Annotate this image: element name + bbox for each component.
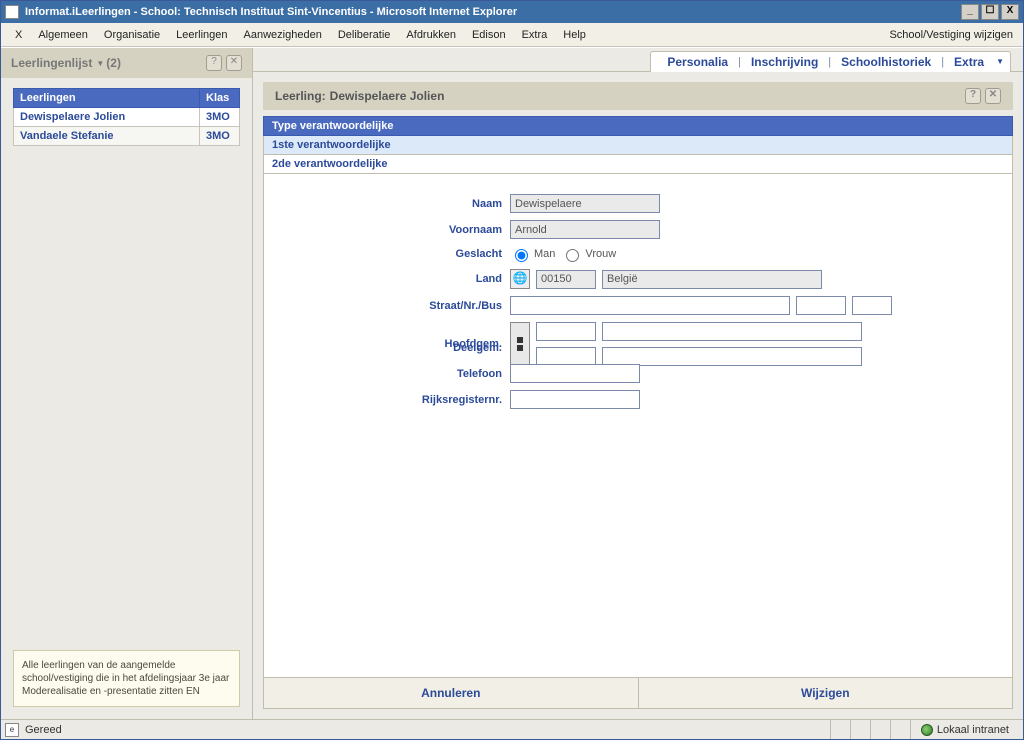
menu-leerlingen[interactable]: Leerlingen [168, 26, 235, 44]
label-naam: Naam [280, 198, 510, 210]
student-name: Vandaele Stefanie [14, 127, 200, 146]
subtab-2de[interactable]: 2de verantwoordelijke [263, 155, 1013, 174]
tab-extra[interactable]: Extra [944, 55, 994, 69]
buttonbar: Annuleren Wijzigen [263, 678, 1013, 709]
radio-vrouw[interactable] [566, 249, 579, 262]
label-man: Man [534, 248, 555, 260]
label-voornaam: Voornaam [280, 224, 510, 236]
subtab-1ste[interactable]: 1ste verantwoordelijke [263, 136, 1013, 155]
window-titlebar: e Informat.iLeerlingen - School: Technis… [1, 1, 1023, 23]
menu-algemeen[interactable]: Algemeen [30, 26, 96, 44]
radio-man[interactable] [515, 249, 528, 262]
sidebar-footer-note: Alle leerlingen van de aangemelde school… [13, 650, 240, 707]
menubar: X Algemeen Organisatie Leerlingen Aanwez… [1, 23, 1023, 47]
col-klas[interactable]: Klas [200, 89, 240, 108]
label-vrouw: Vrouw [585, 248, 616, 260]
subtab-header: Type verantwoordelijke [263, 116, 1013, 136]
menu-extra[interactable]: Extra [514, 26, 556, 44]
menu-edison[interactable]: Edison [464, 26, 514, 44]
menu-afdrukken[interactable]: Afdrukken [398, 26, 464, 44]
input-rr[interactable] [510, 390, 640, 409]
statusbar: e Gereed Lokaal intranet [1, 719, 1023, 739]
menu-deliberatie[interactable]: Deliberatie [330, 26, 399, 44]
status-cell [830, 720, 850, 739]
status-text: Gereed [19, 724, 62, 736]
sidebar-count: (2) [106, 56, 121, 70]
menu-aanwezigheden[interactable]: Aanwezigheden [236, 26, 330, 44]
minimize-button[interactable]: _ [961, 4, 979, 20]
content-area: Personalia | Inschrijving | Schoolhistor… [253, 48, 1023, 719]
globe-zone-icon [921, 724, 933, 736]
status-cell [890, 720, 910, 739]
input-land-code[interactable] [536, 270, 596, 289]
sidebar-dropdown-icon[interactable]: ▼ [96, 59, 104, 68]
input-deelgem-name[interactable] [602, 347, 862, 366]
input-telefoon[interactable] [510, 364, 640, 383]
input-hoofdgem-name[interactable] [602, 322, 862, 341]
app-icon: e [5, 5, 19, 19]
status-cell [850, 720, 870, 739]
help-icon[interactable]: ? [206, 55, 222, 71]
label-geslacht: Geslacht [280, 248, 510, 260]
lookup-gem-icon[interactable] [510, 322, 530, 366]
sidebar-header: Leerlingenlijst ▼ (2) ? ✕ [1, 48, 252, 78]
label-land: Land [280, 273, 510, 285]
close-panel-icon[interactable]: ✕ [226, 55, 242, 71]
label-rr: Rijksregisternr. [280, 394, 510, 406]
maximize-button[interactable]: ☐ [981, 4, 999, 20]
input-voornaam[interactable] [510, 220, 660, 239]
content-title-prefix: Leerling: [275, 89, 326, 103]
menu-help[interactable]: Help [555, 26, 594, 44]
window-title: Informat.iLeerlingen - School: Technisch… [23, 6, 959, 18]
menu-school-wijzigen[interactable]: School/Vestiging wijzigen [885, 26, 1017, 44]
tab-personalia[interactable]: Personalia [657, 55, 738, 69]
globe-icon[interactable]: 🌐 [510, 269, 530, 289]
label-deelgem: Deelgem. [280, 342, 510, 354]
input-hoofdgem-code[interactable] [536, 322, 596, 341]
tabstrip: Personalia | Inschrijving | Schoolhistor… [253, 48, 1023, 72]
status-icon: e [5, 723, 19, 737]
cancel-button[interactable]: Annuleren [264, 678, 638, 708]
col-leerlingen[interactable]: Leerlingen [14, 89, 200, 108]
input-nr[interactable] [796, 296, 846, 315]
label-telefoon: Telefoon [280, 368, 510, 380]
table-row[interactable]: Dewispelaere Jolien 3MO [14, 108, 240, 127]
content-help-icon[interactable]: ? [965, 88, 981, 104]
status-cell [870, 720, 890, 739]
students-table: Leerlingen Klas Dewispelaere Jolien 3MO … [13, 88, 240, 146]
content-header: Leerling: Dewispelaere Jolien ? ✕ [263, 82, 1013, 110]
content-close-icon[interactable]: ✕ [985, 88, 1001, 104]
status-zone: Lokaal intranet [910, 720, 1019, 739]
tab-inschrijving[interactable]: Inschrijving [741, 55, 828, 69]
content-title-name: Dewispelaere Jolien [330, 89, 445, 103]
input-land-name[interactable] [602, 270, 822, 289]
input-bus[interactable] [852, 296, 892, 315]
close-button[interactable]: X [1001, 4, 1019, 20]
tab-schoolhistoriek[interactable]: Schoolhistoriek [831, 55, 941, 69]
sidebar-title: Leerlingenlijst [11, 56, 92, 70]
sidebar: Leerlingenlijst ▼ (2) ? ✕ Leerlingen Kla… [1, 48, 253, 719]
input-naam[interactable] [510, 194, 660, 213]
form-area: Naam Voornaam Geslacht Man Vrouw [263, 174, 1013, 678]
student-klas: 3MO [200, 127, 240, 146]
table-row[interactable]: Vandaele Stefanie 3MO [14, 127, 240, 146]
label-straat: Straat/Nr./Bus [280, 300, 510, 312]
save-button[interactable]: Wijzigen [638, 678, 1013, 708]
input-straat[interactable] [510, 296, 790, 315]
chevron-down-icon[interactable]: ▼ [996, 57, 1004, 66]
menu-x[interactable]: X [7, 26, 30, 44]
student-name: Dewispelaere Jolien [14, 108, 200, 127]
menu-organisatie[interactable]: Organisatie [96, 26, 168, 44]
student-klas: 3MO [200, 108, 240, 127]
subtabs: Type verantwoordelijke 1ste verantwoorde… [263, 116, 1013, 174]
status-zone-text: Lokaal intranet [937, 724, 1009, 736]
